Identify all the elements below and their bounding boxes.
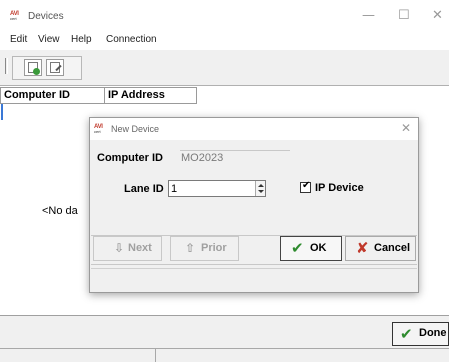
next-button-label: Next (128, 242, 152, 254)
menu-connection[interactable]: Connection (106, 34, 157, 45)
column-header-ip-address[interactable]: IP Address (104, 87, 197, 104)
new-device-dialog (89, 117, 419, 293)
maximize-button[interactable]: ☐ (398, 8, 410, 23)
prior-button-label: Prior (201, 242, 227, 254)
checkbox-check-icon: ✔ (302, 180, 311, 191)
dialog-app-logo-icon: AVI cert (94, 124, 103, 134)
next-button[interactable]: ⇩ Next (93, 236, 162, 261)
arrow-down-icon: ⇩ (114, 241, 125, 255)
ip-device-label[interactable]: IP Device (315, 182, 364, 194)
checkmark-icon: ✔ (400, 325, 413, 343)
cancel-button[interactable]: ✘ Cancel (345, 236, 416, 261)
app-logo-icon: AVI cert (10, 11, 19, 21)
title-bar (0, 0, 449, 30)
computer-id-field: MO2023 (180, 150, 290, 165)
status-bar (0, 348, 449, 362)
menu-bar (0, 30, 449, 50)
dialog-close-button[interactable]: ✕ (401, 121, 411, 135)
menu-edit[interactable]: Edit (10, 34, 27, 45)
dialog-footer (91, 268, 417, 283)
close-button[interactable]: ✕ (432, 8, 443, 23)
toolbar-grip[interactable] (5, 58, 8, 74)
grid-row-indicator (1, 104, 3, 120)
cancel-x-icon: ✘ (356, 239, 369, 257)
arrow-up-icon: ⇧ (185, 241, 196, 255)
spin-down-icon[interactable] (258, 190, 264, 193)
menu-view[interactable]: View (38, 34, 60, 45)
minimize-button[interactable]: — (362, 8, 375, 23)
cancel-button-label: Cancel (374, 242, 411, 254)
prior-button[interactable]: ⇧ Prior (170, 236, 239, 261)
status-bar-divider (155, 349, 156, 362)
ok-check-icon: ✔ (291, 239, 304, 257)
lane-id-label: Lane ID (124, 183, 164, 195)
ok-button-label: OK (310, 242, 327, 254)
column-header-computer-id[interactable]: Computer ID (0, 87, 105, 104)
lane-id-input[interactable] (168, 180, 266, 197)
window-title: Devices (28, 11, 64, 22)
dialog-title: New Device (111, 124, 160, 134)
new-record-button[interactable] (24, 59, 42, 76)
done-button-label: Done (419, 327, 447, 339)
menu-help[interactable]: Help (71, 34, 92, 45)
grid-empty-message: <No da (42, 205, 78, 217)
done-button[interactable]: ✔ Done (392, 322, 449, 346)
new-record-badge-icon (33, 68, 40, 75)
ip-device-checkbox[interactable]: ✔ (300, 180, 311, 193)
ok-button[interactable]: ✔ OK (280, 236, 342, 261)
computer-id-label: Computer ID (97, 152, 163, 164)
lane-id-spinner[interactable] (255, 181, 265, 196)
spin-up-icon[interactable] (258, 184, 264, 187)
edit-record-button[interactable] (46, 59, 64, 76)
